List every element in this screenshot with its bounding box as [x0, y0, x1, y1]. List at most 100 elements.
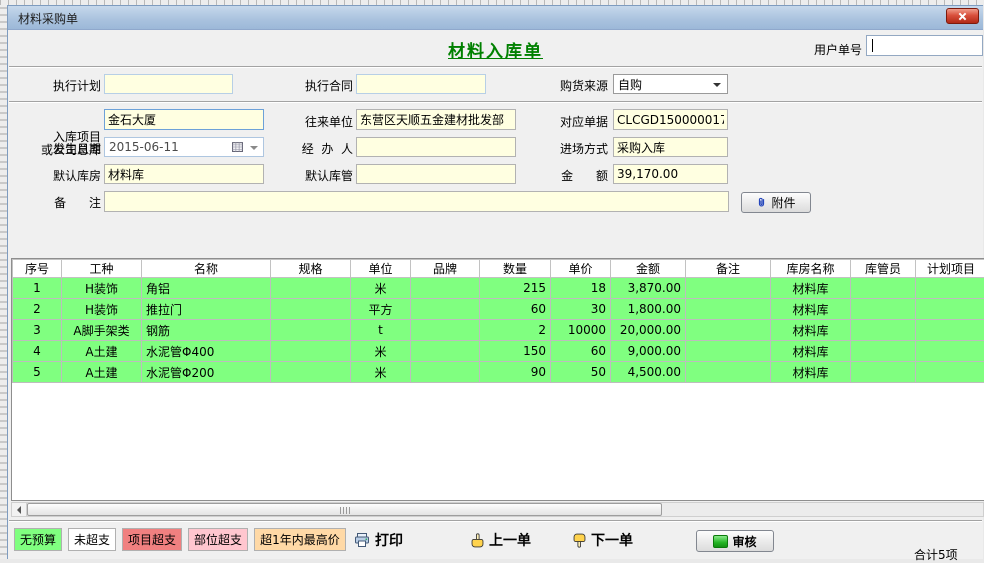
default-warehouse-input[interactable]: [104, 164, 264, 184]
cell[interactable]: 5: [13, 362, 62, 383]
cell[interactable]: [271, 320, 351, 341]
attachment-button[interactable]: 附件: [741, 192, 811, 213]
cell[interactable]: 推拉门: [142, 299, 271, 320]
table-row[interactable]: 5A土建水泥管Φ200米90504,500.00材料库: [13, 362, 984, 383]
column-header[interactable]: 名称: [142, 260, 271, 278]
cell[interactable]: [271, 299, 351, 320]
scroll-left-button[interactable]: [12, 503, 27, 516]
cell[interactable]: [411, 362, 480, 383]
cell[interactable]: [916, 362, 984, 383]
cell[interactable]: [411, 341, 480, 362]
cell[interactable]: 米: [351, 278, 411, 299]
column-header[interactable]: 规格: [271, 260, 351, 278]
cell[interactable]: [686, 320, 771, 341]
cell[interactable]: [916, 341, 984, 362]
cell[interactable]: 4: [13, 341, 62, 362]
column-header[interactable]: 库房名称: [771, 260, 851, 278]
cell[interactable]: [916, 299, 984, 320]
cell[interactable]: [851, 278, 916, 299]
scrollbar-thumb[interactable]: [27, 503, 662, 516]
cell[interactable]: 215: [480, 278, 551, 299]
handler-input[interactable]: [356, 137, 516, 157]
default-keeper-input[interactable]: [356, 164, 516, 184]
cell[interactable]: [686, 299, 771, 320]
cell[interactable]: 米: [351, 362, 411, 383]
cell[interactable]: [271, 278, 351, 299]
cell[interactable]: A土建: [62, 341, 142, 362]
counterparty-input[interactable]: [356, 109, 516, 130]
cell[interactable]: 材料库: [771, 299, 851, 320]
table-row[interactable]: 2H装饰推拉门 平方 60301,800.00 材料库: [13, 299, 984, 320]
cell[interactable]: [916, 278, 984, 299]
amount-input[interactable]: [613, 164, 728, 184]
cell[interactable]: [851, 320, 916, 341]
cell[interactable]: [411, 320, 480, 341]
cell[interactable]: 150: [480, 341, 551, 362]
cell[interactable]: 10000: [551, 320, 611, 341]
column-header[interactable]: 库管员: [851, 260, 916, 278]
audit-button[interactable]: 审核: [696, 530, 774, 552]
calendar-icon[interactable]: [232, 141, 243, 155]
cell[interactable]: [851, 362, 916, 383]
cell[interactable]: A脚手架类: [62, 320, 142, 341]
cell[interactable]: 3,870.00: [611, 278, 686, 299]
column-header[interactable]: 金额: [611, 260, 686, 278]
cell[interactable]: 3: [13, 320, 62, 341]
table-row[interactable]: 1H装饰角铝米215183,870.00材料库: [13, 278, 984, 299]
project-input[interactable]: [104, 109, 264, 130]
close-button[interactable]: [946, 8, 979, 24]
cell[interactable]: 30: [551, 299, 611, 320]
cell[interactable]: 9,000.00: [611, 341, 686, 362]
cell[interactable]: 60: [480, 299, 551, 320]
cell[interactable]: [916, 320, 984, 341]
next-order-button[interactable]: 下一单: [573, 530, 633, 550]
cell[interactable]: 材料库: [771, 320, 851, 341]
cell[interactable]: 米: [351, 341, 411, 362]
exec-contract-input[interactable]: [356, 74, 486, 94]
cell[interactable]: 材料库: [771, 341, 851, 362]
column-header[interactable]: 备注: [686, 260, 771, 278]
cell[interactable]: [851, 299, 916, 320]
cell[interactable]: 20,000.00: [611, 320, 686, 341]
cell[interactable]: [271, 341, 351, 362]
print-button[interactable]: 打印: [354, 530, 403, 550]
cell[interactable]: 90: [480, 362, 551, 383]
date-input[interactable]: 2015-06-11: [104, 137, 264, 157]
ref-doc-input[interactable]: [613, 109, 728, 130]
cell[interactable]: 1,800.00: [611, 299, 686, 320]
cell[interactable]: [851, 341, 916, 362]
cell[interactable]: H装饰: [62, 278, 142, 299]
column-header[interactable]: 数量: [480, 260, 551, 278]
cell[interactable]: [686, 362, 771, 383]
cell[interactable]: H装饰: [62, 299, 142, 320]
cell[interactable]: 2: [13, 299, 62, 320]
chevron-down-icon[interactable]: [250, 146, 258, 150]
column-header[interactable]: 序号: [13, 260, 62, 278]
column-header[interactable]: 单价: [551, 260, 611, 278]
horizontal-scrollbar[interactable]: [11, 502, 984, 517]
table-row[interactable]: 3A脚手架类钢筋t21000020,000.00材料库: [13, 320, 984, 341]
cell[interactable]: 水泥管Φ400: [142, 341, 271, 362]
cell[interactable]: 1: [13, 278, 62, 299]
column-header[interactable]: 品牌: [411, 260, 480, 278]
cell[interactable]: [411, 278, 480, 299]
remark-input[interactable]: [104, 191, 729, 212]
cell[interactable]: 2: [480, 320, 551, 341]
cell[interactable]: [271, 362, 351, 383]
previous-order-button[interactable]: 上一单: [471, 530, 531, 550]
titlebar[interactable]: 材料采购单: [8, 6, 983, 30]
cell[interactable]: A土建: [62, 362, 142, 383]
cell[interactable]: 钢筋: [142, 320, 271, 341]
user-no-input[interactable]: [866, 35, 983, 56]
exec-plan-input[interactable]: [104, 74, 233, 94]
cell[interactable]: 材料库: [771, 278, 851, 299]
cell[interactable]: [411, 299, 480, 320]
column-header[interactable]: 计划项目: [916, 260, 984, 278]
cell[interactable]: 60: [551, 341, 611, 362]
column-header[interactable]: 单位: [351, 260, 411, 278]
column-header[interactable]: 工种: [62, 260, 142, 278]
cell[interactable]: 4,500.00: [611, 362, 686, 383]
cell[interactable]: 18: [551, 278, 611, 299]
cell[interactable]: 平方: [351, 299, 411, 320]
entry-mode-input[interactable]: [613, 137, 728, 157]
